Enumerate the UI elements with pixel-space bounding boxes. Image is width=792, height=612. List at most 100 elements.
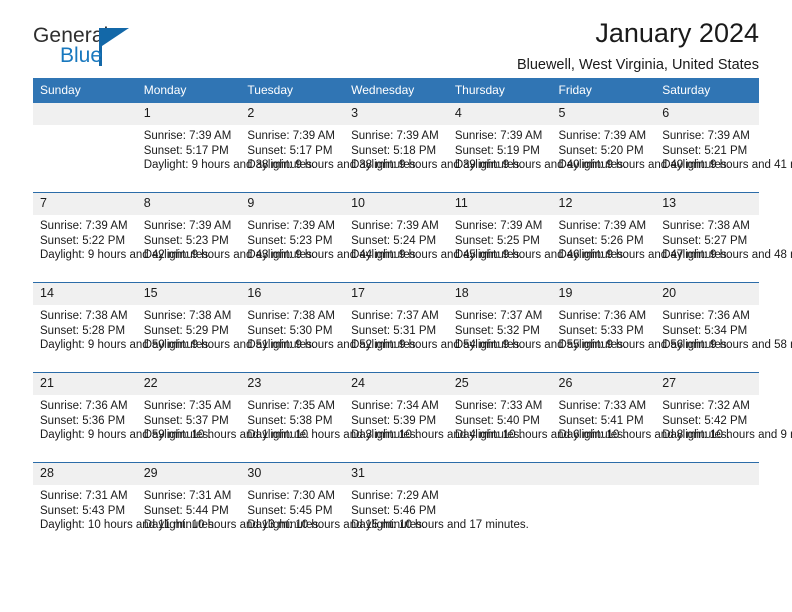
- day-number: 23: [240, 373, 345, 395]
- calendar-day-cell[interactable]: 8 Sunrise: 7:39 AM Sunset: 5:23 PM Daylight…: [136, 192, 316, 283]
- calendar-day-cell[interactable]: 18 Sunrise: 7:37 AM Sunset: 5:32 PM Dayligh…: [447, 282, 627, 373]
- general-blue-logo[interactable]: General Blue: [33, 25, 143, 77]
- calendar-day-cell[interactable]: 19 Sunrise: 7:36 AM Sunset: 5:33 PM Dayligh…: [551, 282, 730, 373]
- sunset-time: Sunset: 5:22 PM: [40, 234, 126, 247]
- day-details: Sunrise: 7:39 AM Sunset: 5:23 PM Daylight:…: [137, 215, 316, 263]
- sunset-time: Sunset: 5:40 PM: [454, 414, 540, 427]
- calendar-body: 1 Sunrise: 7:39 AM Sunset: 5:17 PM Daylight…: [33, 103, 792, 552]
- calendar-day-cell-empty: [447, 462, 552, 552]
- calendar-day-cell[interactable]: 7 Sunrise: 7:39 AM Sunset: 5:22 PM Daylight…: [33, 192, 211, 283]
- sunrise-time: Sunrise: 7:37 AM: [454, 310, 543, 322]
- sunrise-time: Sunrise: 7:39 AM: [247, 220, 335, 232]
- weekday-header-saturday: Saturday: [655, 78, 759, 103]
- day-details: Sunrise: 7:38 AM Sunset: 5:27 PM Daylight:…: [655, 215, 792, 263]
- calendar-day-cell[interactable]: 17 Sunrise: 7:37 AM Sunset: 5:31 PM Dayligh…: [344, 282, 522, 373]
- day-details: Sunrise: 7:39 AM Sunset: 5:20 PM Daylight:…: [552, 125, 730, 173]
- calendar-day-cell[interactable]: 29 Sunrise: 7:31 AM Sunset: 5:44 PM Dayligh…: [136, 462, 322, 552]
- calendar-day-cell[interactable]: 14 Sunrise: 7:38 AM Sunset: 5:28 PM Dayligh…: [33, 282, 211, 373]
- sunrise-time: Sunrise: 7:34 AM: [351, 400, 439, 412]
- daylight-duration: Daylight: 10 hours and 1 minute.: [143, 429, 310, 442]
- calendar-day-cell[interactable]: 11 Sunrise: 7:39 AM Sunset: 5:25 PM Dayligh…: [447, 192, 626, 283]
- day-number: 12: [551, 193, 656, 215]
- day-number: 22: [136, 373, 241, 395]
- calendar-day-cell[interactable]: 31 Sunrise: 7:29 AM Sunset: 5:46 PM Dayligh…: [344, 462, 529, 552]
- day-details: Sunrise: 7:35 AM Sunset: 5:37 PM Daylight:…: [137, 395, 310, 443]
- calendar-day-cell[interactable]: 27 Sunrise: 7:32 AM Sunset: 5:42 PM Dayligh…: [655, 372, 792, 463]
- day-details: Sunrise: 7:33 AM Sunset: 5:41 PM Daylight:…: [552, 395, 730, 443]
- calendar-day-cell[interactable]: 15 Sunrise: 7:38 AM Sunset: 5:29 PM Dayligh…: [136, 282, 315, 373]
- sunset-time: Sunset: 5:38 PM: [247, 414, 333, 427]
- weekday-header-wednesday: Wednesday: [344, 78, 448, 103]
- calendar-day-cell-empty: [33, 103, 137, 193]
- sunset-time: Sunset: 5:26 PM: [558, 234, 644, 247]
- day-details: Sunrise: 7:31 AM Sunset: 5:43 PM Daylight:…: [33, 485, 217, 533]
- calendar-day-cell[interactable]: 26 Sunrise: 7:33 AM Sunset: 5:41 PM Dayligh…: [551, 372, 730, 463]
- day-number: 30: [240, 463, 345, 485]
- calendar-day-cell[interactable]: 21 Sunrise: 7:36 AM Sunset: 5:36 PM Dayligh…: [33, 372, 211, 463]
- calendar-day-cell[interactable]: 10 Sunrise: 7:39 AM Sunset: 5:24 PM Dayligh…: [344, 192, 523, 283]
- daylight-duration: Daylight: 10 hours and 13 minutes.: [143, 519, 322, 532]
- sunrise-time: Sunrise: 7:39 AM: [558, 130, 647, 142]
- daylight-duration: Daylight: 9 hours and 44 minutes.: [247, 249, 419, 262]
- daylight-duration: Daylight: 10 hours and 3 minutes.: [247, 429, 419, 442]
- sunrise-time: Sunrise: 7:39 AM: [662, 130, 750, 142]
- day-number: 7: [33, 193, 137, 215]
- calendar-day-cell[interactable]: 25 Sunrise: 7:33 AM Sunset: 5:40 PM Dayligh…: [447, 372, 626, 463]
- daylight-duration: Daylight: 9 hours and 47 minutes.: [558, 249, 730, 262]
- day-number: [33, 103, 137, 125]
- calendar-day-cell[interactable]: 9 Sunrise: 7:39 AM Sunset: 5:23 PM Daylight…: [240, 192, 419, 283]
- day-details: Sunrise: 7:31 AM Sunset: 5:44 PM Daylight:…: [137, 485, 322, 533]
- day-number: 17: [344, 283, 448, 305]
- day-number: 6: [655, 103, 759, 125]
- weekday-header-friday: Friday: [551, 78, 656, 103]
- sunrise-time: Sunrise: 7:35 AM: [143, 400, 232, 412]
- sunset-time: Sunset: 5:34 PM: [662, 324, 748, 337]
- sunrise-time: Sunrise: 7:38 AM: [40, 310, 128, 322]
- day-number: 25: [447, 373, 552, 395]
- sunset-time: Sunset: 5:24 PM: [351, 234, 437, 247]
- sunrise-time: Sunrise: 7:38 AM: [143, 310, 232, 322]
- calendar-day-cell[interactable]: 5 Sunrise: 7:39 AM Sunset: 5:20 PM Daylight…: [551, 103, 730, 193]
- calendar-day-cell[interactable]: 23 Sunrise: 7:35 AM Sunset: 5:38 PM Dayligh…: [240, 372, 419, 463]
- daylight-duration: Daylight: 9 hours and 55 minutes.: [454, 339, 627, 352]
- day-details: Sunrise: 7:39 AM Sunset: 5:17 PM Daylight:…: [240, 125, 418, 173]
- calendar-day-cell[interactable]: 1 Sunrise: 7:39 AM Sunset: 5:17 PM Daylight…: [136, 103, 315, 193]
- sunrise-time: Sunrise: 7:39 AM: [454, 220, 543, 232]
- sunset-time: Sunset: 5:31 PM: [351, 324, 437, 337]
- sunrise-time: Sunrise: 7:30 AM: [247, 490, 335, 502]
- calendar-day-cell[interactable]: 12 Sunrise: 7:39 AM Sunset: 5:26 PM Dayligh…: [551, 192, 730, 283]
- daylight-duration: Daylight: 9 hours and 45 minutes.: [351, 249, 523, 262]
- day-details: Sunrise: 7:36 AM Sunset: 5:36 PM Daylight:…: [33, 395, 211, 443]
- calendar-day-cell-empty: [551, 462, 656, 552]
- calendar-day-cell[interactable]: 2 Sunrise: 7:39 AM Sunset: 5:17 PM Daylight…: [240, 103, 419, 193]
- day-number: 18: [447, 283, 552, 305]
- calendar-day-cell[interactable]: 30 Sunrise: 7:30 AM Sunset: 5:45 PM Dayligh…: [240, 462, 425, 552]
- calendar-day-cell[interactable]: 4 Sunrise: 7:39 AM Sunset: 5:19 PM Daylight…: [447, 103, 626, 193]
- sunrise-time: Sunrise: 7:38 AM: [247, 310, 335, 322]
- weekday-header-tuesday: Tuesday: [240, 78, 345, 103]
- day-number: [655, 463, 759, 485]
- sunrise-time: Sunrise: 7:39 AM: [454, 130, 543, 142]
- day-details: Sunrise: 7:39 AM Sunset: 5:26 PM Daylight:…: [552, 215, 730, 263]
- daylight-duration: Daylight: 9 hours and 43 minutes.: [143, 249, 316, 262]
- calendar-day-cell[interactable]: 6 Sunrise: 7:39 AM Sunset: 5:21 PM Daylight…: [655, 103, 792, 193]
- daylight-duration: Daylight: 9 hours and 39 minutes.: [351, 159, 523, 172]
- calendar-day-cell[interactable]: 3 Sunrise: 7:39 AM Sunset: 5:18 PM Daylight…: [344, 103, 523, 193]
- calendar-day-cell[interactable]: 13 Sunrise: 7:38 AM Sunset: 5:27 PM Dayligh…: [655, 192, 792, 283]
- sunset-time: Sunset: 5:44 PM: [143, 504, 229, 517]
- calendar-day-cell[interactable]: 20 Sunrise: 7:36 AM Sunset: 5:34 PM Dayligh…: [655, 282, 792, 373]
- day-details: Sunrise: 7:32 AM Sunset: 5:42 PM Daylight:…: [655, 395, 792, 443]
- calendar-day-cell[interactable]: 22 Sunrise: 7:35 AM Sunset: 5:37 PM Dayligh…: [136, 372, 310, 463]
- sunset-time: Sunset: 5:17 PM: [247, 144, 333, 157]
- sunset-time: Sunset: 5:23 PM: [143, 234, 229, 247]
- sunset-time: Sunset: 5:45 PM: [247, 504, 333, 517]
- day-details: Sunrise: 7:39 AM Sunset: 5:22 PM Daylight:…: [33, 215, 211, 263]
- sunset-time: Sunset: 5:19 PM: [454, 144, 540, 157]
- day-details: Sunrise: 7:39 AM Sunset: 5:21 PM Daylight:…: [655, 125, 792, 173]
- calendar-day-cell[interactable]: 24 Sunrise: 7:34 AM Sunset: 5:39 PM Dayligh…: [344, 372, 522, 463]
- day-details: Sunrise: 7:34 AM Sunset: 5:39 PM Daylight:…: [344, 395, 522, 443]
- calendar-day-cell[interactable]: 16 Sunrise: 7:38 AM Sunset: 5:30 PM Dayligh…: [240, 282, 419, 373]
- calendar-day-cell[interactable]: 28 Sunrise: 7:31 AM Sunset: 5:43 PM Dayligh…: [33, 462, 217, 552]
- day-number: 9: [240, 193, 345, 215]
- day-details: Sunrise: 7:37 AM Sunset: 5:32 PM Daylight:…: [448, 305, 627, 353]
